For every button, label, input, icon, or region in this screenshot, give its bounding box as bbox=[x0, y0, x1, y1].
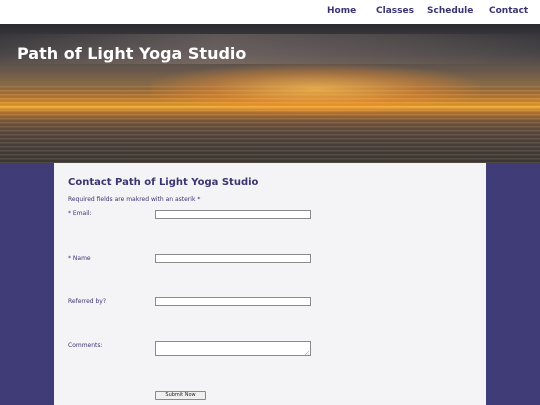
comments-label: Comments: bbox=[68, 342, 103, 349]
hero-sun-glow bbox=[150, 64, 480, 114]
referred-by-label: Referred by? bbox=[68, 298, 107, 305]
nav-link-contact[interactable]: Contact bbox=[489, 6, 528, 16]
nav-link-schedule[interactable]: Schedule bbox=[427, 6, 473, 16]
nav-link-home[interactable]: Home bbox=[327, 6, 356, 16]
required-fields-note: Required fields are makred with an aster… bbox=[68, 196, 201, 203]
contact-form-panel: Contact Path of Light Yoga Studio Requir… bbox=[54, 163, 486, 405]
referred-by-field[interactable] bbox=[155, 297, 311, 306]
nav-link-classes[interactable]: Classes bbox=[376, 6, 414, 16]
email-field[interactable] bbox=[155, 210, 311, 219]
sunset-hero-banner: Path of Light Yoga Studio bbox=[0, 24, 540, 163]
submit-button[interactable]: Submit Now bbox=[155, 391, 206, 400]
site-title: Path of Light Yoga Studio bbox=[17, 44, 247, 63]
comments-textarea[interactable] bbox=[155, 341, 311, 356]
name-label: * Name bbox=[68, 255, 91, 262]
top-navigation: Home Classes Schedule Contact bbox=[0, 0, 540, 24]
form-title: Contact Path of Light Yoga Studio bbox=[68, 177, 259, 188]
email-label: * Email: bbox=[68, 210, 92, 217]
textarea-resize-handle[interactable] bbox=[304, 351, 309, 356]
name-field[interactable] bbox=[155, 254, 311, 263]
